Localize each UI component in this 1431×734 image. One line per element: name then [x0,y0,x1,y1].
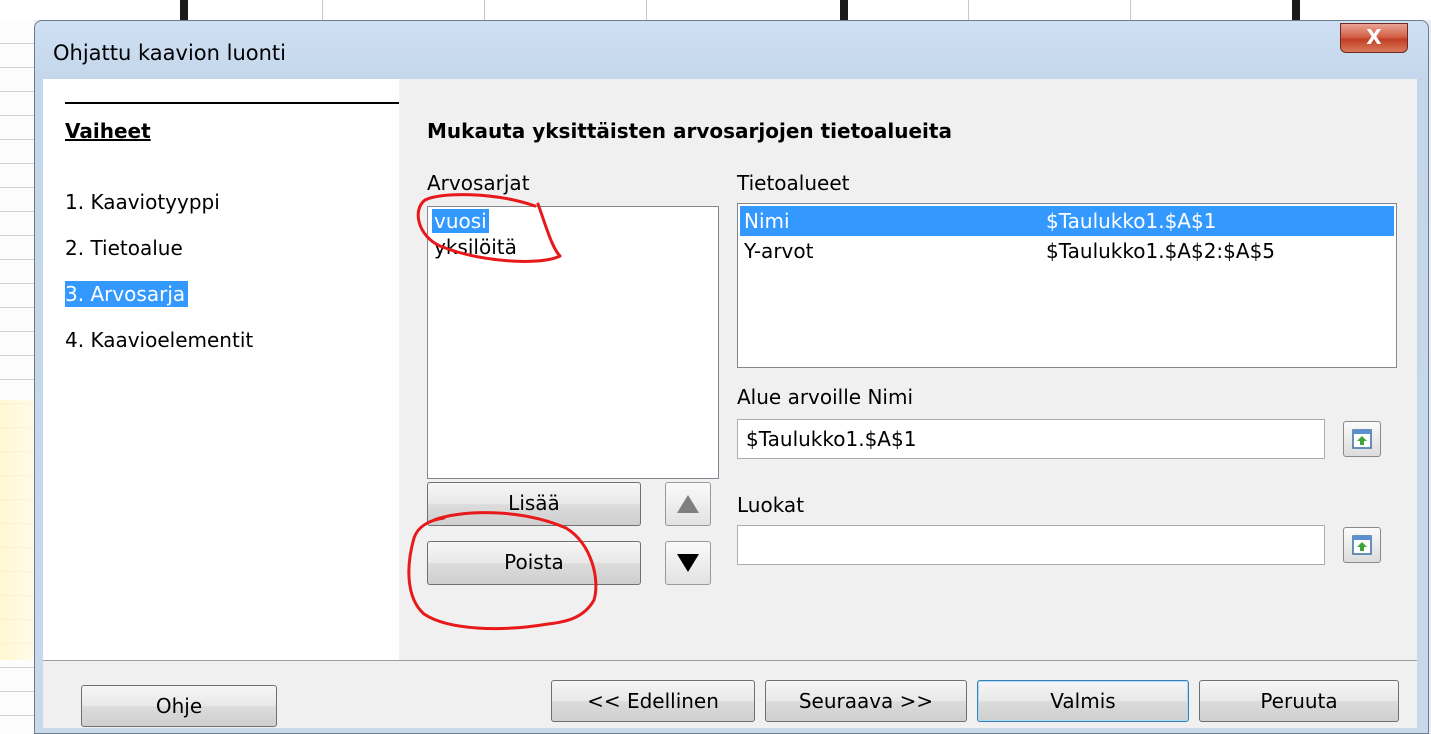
add-series-button[interactable]: Lisää [427,482,641,526]
remove-series-button[interactable]: Poista [427,541,641,585]
sheet-highlight [0,400,34,660]
step-chart-elements[interactable]: 4. Kaavioelementit [65,327,256,353]
data-ranges-label: Tietoalueet [737,171,850,195]
triangle-down-icon [677,554,699,572]
back-button[interactable]: << Edellinen [551,680,755,722]
step-data-series[interactable]: 3. Arvosarja [65,281,189,307]
spreadsheet-background-left [0,20,34,734]
steps-pane: Vaiheet 1. Kaaviotyyppi 2. Tietoalue 3. … [43,79,399,660]
sheet-grid-line [322,0,323,20]
next-button[interactable]: Seuraava >> [765,680,967,722]
range-role: Y-arvot [744,239,814,263]
sheet-grid-line [1130,0,1131,20]
sheet-grid-line [484,0,485,20]
range-value: $Taulukko1.$A$1 [1046,209,1217,233]
select-range-icon [1352,429,1372,449]
triangle-up-icon [677,495,699,513]
categories-input[interactable] [737,525,1325,565]
list-item[interactable]: vuosi [432,209,489,233]
table-row[interactable]: Nimi $Taulukko1.$A$1 [740,206,1394,236]
data-series-list[interactable]: vuosi yksilöitä [427,206,719,479]
select-range-icon [1352,535,1372,555]
move-up-button[interactable] [665,482,711,526]
footer-divider [43,660,1417,661]
table-row[interactable]: Y-arvot $Taulukko1.$A$2:$A$5 [740,236,1394,266]
sheet-cell-border [1292,0,1300,20]
data-ranges-list[interactable]: Nimi $Taulukko1.$A$1 Y-arvot $Taulukko1.… [737,203,1397,368]
finish-button[interactable]: Valmis [977,680,1189,722]
step-chart-type[interactable]: 1. Kaaviotyyppi [65,189,223,215]
sheet-grid-line [968,0,969,20]
spreadsheet-background-top [0,0,1431,20]
sheet-cell-border [180,0,188,20]
sheet-cell-border [840,0,848,20]
categories-label: Luokat [737,493,805,517]
steps-divider [65,102,399,104]
select-categories-button[interactable] [1343,527,1381,563]
cancel-button[interactable]: Peruuta [1199,680,1399,722]
step-data-range[interactable]: 2. Tietoalue [65,235,186,261]
close-button[interactable]: X [1340,23,1408,53]
select-range-button[interactable] [1343,421,1381,457]
dialog-client-area: Vaiheet 1. Kaaviotyyppi 2. Tietoalue 3. … [43,79,1417,728]
steps-heading: Vaiheet [65,119,151,143]
range-value: $Taulukko1.$A$2:$A$5 [1046,239,1276,263]
sheet-grid-line [646,0,647,20]
name-range-label: Alue arvoille Nimi [737,385,914,409]
list-item[interactable]: yksilöitä [432,235,519,259]
page-title: Mukauta yksittäisten arvosarjojen tietoa… [427,119,952,143]
data-series-label: Arvosarjat [427,171,530,195]
range-role: Nimi [744,209,790,233]
chart-wizard-dialog: Ohjattu kaavion luonti X Vaiheet 1. Kaav… [34,20,1429,734]
move-down-button[interactable] [665,541,711,585]
window-title: Ohjattu kaavion luonti [53,41,286,65]
name-range-input[interactable]: $Taulukko1.$A$1 [737,419,1325,459]
title-bar[interactable]: Ohjattu kaavion luonti X [35,21,1428,85]
help-button[interactable]: Ohje [81,685,277,727]
